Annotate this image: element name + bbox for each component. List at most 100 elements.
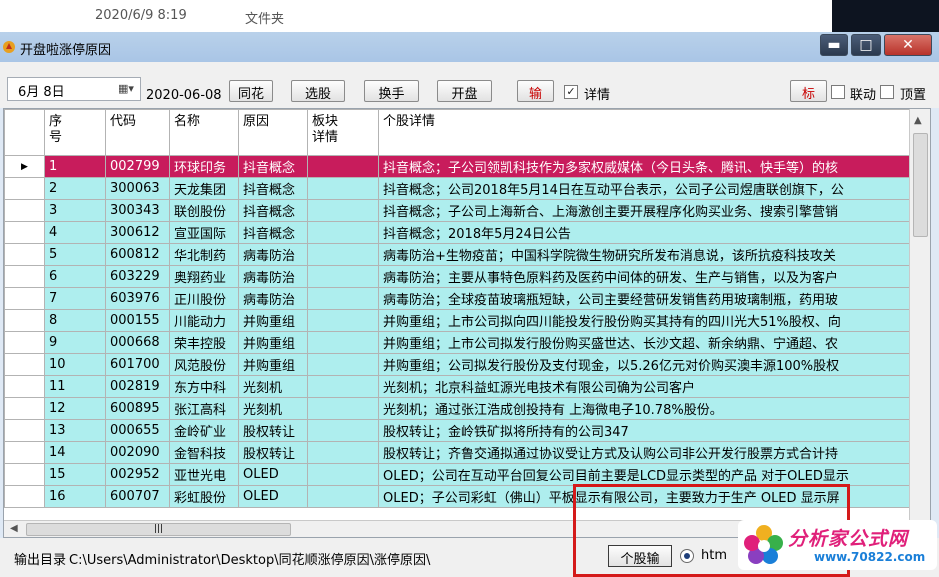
cell-code[interactable]: 300343 (105, 199, 170, 222)
table-row[interactable]: 3 300343 联创股份 抖音概念 抖音概念；子公司上海新合、上海激创主要开展程序化购… (4, 199, 910, 222)
cell-code[interactable]: 300612 (105, 221, 170, 244)
table-row[interactable]: 9 000668 荣丰控股 并购重组 并购重组；上市公司拟发行股份购买盛世达、长沙文超、… (4, 331, 910, 354)
cell-sector-detail[interactable] (307, 375, 379, 398)
cell-sector-detail[interactable] (307, 485, 379, 508)
cell-stock-detail[interactable]: 股权转让；金岭铁矿拟将所持有的公司347 (378, 419, 910, 442)
cell-stock-detail[interactable]: 病毒防治；全球疫苗玻璃瓶短缺，公司主要经营研发销售药用玻璃制瓶，药用玻 (378, 287, 910, 310)
output-button[interactable]: 输 (517, 80, 554, 102)
cell-name[interactable]: 奥翔药业 (169, 265, 239, 288)
cell-stock-detail[interactable]: OLED；公司在互动平台回复公司目前主要是LCD显示类型的产品 对于OLED显示 (378, 463, 910, 486)
cell-reason[interactable]: 抖音概念 (238, 199, 308, 222)
cell-reason[interactable]: 病毒防治 (238, 287, 308, 310)
close-button[interactable]: ✕ (884, 34, 932, 56)
cell-sector-detail[interactable] (307, 441, 379, 464)
cell-index[interactable]: 1 (44, 155, 106, 178)
cell-reason[interactable]: 抖音概念 (238, 221, 308, 244)
cell-sector-detail[interactable] (307, 463, 379, 486)
row-header[interactable] (4, 221, 45, 244)
table-row[interactable]: 14 002090 金智科技 股权转让 股权转让；齐鲁交通拟通过协议受让方式及认购公司非… (4, 441, 910, 464)
cell-stock-detail[interactable]: 股权转让；齐鲁交通拟通过协议受让方式及认购公司非公开发行股票方式合计持 (378, 441, 910, 464)
cell-stock-detail[interactable]: 光刻机；北京科益虹源光电技术有限公司确为公司客户 (378, 375, 910, 398)
cell-code[interactable]: 002799 (105, 155, 170, 178)
tonghua-button[interactable]: 同花 (229, 80, 273, 102)
cell-sector-detail[interactable] (307, 353, 379, 376)
cell-stock-detail[interactable]: 抖音概念；子公司上海新合、上海激创主要开展程序化购买业务、搜索引擎营销 (378, 199, 910, 222)
cell-code[interactable]: 601700 (105, 353, 170, 376)
cell-name[interactable]: 正川股份 (169, 287, 239, 310)
cell-name[interactable]: 风范股份 (169, 353, 239, 376)
column-header-stock-detail[interactable]: 个股详情 (378, 109, 910, 156)
cell-stock-detail[interactable]: 光刻机；通过张江浩成创投持有 上海微电子10.78%股份。 (378, 397, 910, 420)
cell-stock-detail[interactable]: 抖音概念；公司2018年5月14日在互动平台表示，公司子公司煜唐联创旗下，公 (378, 177, 910, 200)
column-header-sector-detail[interactable]: 板块 详情 (307, 109, 379, 156)
cell-index[interactable]: 11 (44, 375, 106, 398)
table-row[interactable]: 5 600812 华北制药 病毒防治 病毒防治+生物疫苗；中国科学院微生物研究所发布消息… (4, 243, 910, 266)
cell-index[interactable]: 10 (44, 353, 106, 376)
cell-name[interactable]: 荣丰控股 (169, 331, 239, 354)
maximize-button[interactable]: □ (851, 34, 881, 56)
cell-stock-detail[interactable]: 并购重组；上市公司拟发行股份购买盛世达、长沙文超、新余纳鼎、宁通超、农 (378, 331, 910, 354)
table-row[interactable]: 6 603229 奥翔药业 病毒防治 病毒防治；主要从事特色原料药及医药中间体的研发、生… (4, 265, 910, 288)
cell-code[interactable]: 002819 (105, 375, 170, 398)
minimize-button[interactable]: ▬ (820, 34, 848, 56)
table-row[interactable]: 11 002819 东方中科 光刻机 光刻机；北京科益虹源光电技术有限公司确为公司客户 (4, 375, 910, 398)
table-row[interactable]: 10 601700 风范股份 并购重组 并购重组；公司拟发行股份及支付现金，以5.26亿… (4, 353, 910, 376)
table-row[interactable]: ▶ 1 002799 环球印务 抖音概念 抖音概念；子公司领凯科技作为多家权威媒体（今日头… (4, 155, 910, 178)
cell-code[interactable]: 000655 (105, 419, 170, 442)
row-header[interactable] (4, 331, 45, 354)
cell-reason[interactable]: OLED (238, 485, 308, 508)
cell-sector-detail[interactable] (307, 177, 379, 200)
table-row[interactable]: 7 603976 正川股份 病毒防治 病毒防治；全球疫苗玻璃瓶短缺，公司主要经营研发销售… (4, 287, 910, 310)
cell-stock-detail[interactable]: 并购重组；上市公司拟向四川能投发行股份购买其持有的四川光大51%股权、向 (378, 309, 910, 332)
cell-index[interactable]: 3 (44, 199, 106, 222)
top-checkbox[interactable] (880, 85, 894, 99)
column-header-index[interactable]: 序号 (44, 109, 106, 156)
cell-reason[interactable]: 抖音概念 (238, 177, 308, 200)
column-header-code[interactable]: 代码 (105, 109, 170, 156)
table-row[interactable]: 4 300612 宣亚国际 抖音概念 抖音概念；2018年5月24日公告 (4, 221, 910, 244)
cell-reason[interactable]: 光刻机 (238, 397, 308, 420)
table-row[interactable]: 13 000655 金岭矿业 股权转让 股权转让；金岭铁矿拟将所持有的公司347 (4, 419, 910, 442)
cell-stock-detail[interactable]: 病毒防治+生物疫苗；中国科学院微生物研究所发布消息说，该所抗疫科技攻关 (378, 243, 910, 266)
cell-index[interactable]: 6 (44, 265, 106, 288)
cell-name[interactable]: 彩虹股份 (169, 485, 239, 508)
row-header[interactable] (4, 375, 45, 398)
cell-sector-detail[interactable] (307, 309, 379, 332)
horizontal-scroll-thumb[interactable]: ||| (26, 523, 291, 536)
cell-reason[interactable]: 股权转让 (238, 441, 308, 464)
cell-reason[interactable]: 光刻机 (238, 375, 308, 398)
row-header[interactable] (4, 441, 45, 464)
cell-index[interactable]: 9 (44, 331, 106, 354)
cell-reason[interactable]: 股权转让 (238, 419, 308, 442)
cell-name[interactable]: 华北制药 (169, 243, 239, 266)
linked-checkbox[interactable] (831, 85, 845, 99)
cell-stock-detail[interactable]: 抖音概念；子公司领凯科技作为多家权威媒体（今日头条、腾讯、快手等）的核 (378, 155, 910, 178)
column-header-reason[interactable]: 原因 (238, 109, 308, 156)
row-header[interactable] (4, 287, 45, 310)
date-picker[interactable]: 6月 8日 ▦▾ (7, 77, 141, 101)
stock-select-button[interactable]: 选股 (291, 80, 345, 102)
cell-index[interactable]: 15 (44, 463, 106, 486)
cell-index[interactable]: 8 (44, 309, 106, 332)
cell-index[interactable]: 14 (44, 441, 106, 464)
vertical-scroll-thumb[interactable] (913, 133, 928, 237)
cell-index[interactable]: 13 (44, 419, 106, 442)
cell-name[interactable]: 亚世光电 (169, 463, 239, 486)
cell-code[interactable]: 603229 (105, 265, 170, 288)
data-grid[interactable]: 序号 代码 名称 原因 板块 详情 个股详情 ▶ 1 002799 环球印务 抖音概念 抖音… (3, 108, 931, 538)
cell-sector-detail[interactable] (307, 331, 379, 354)
detail-checkbox[interactable]: ✓ (564, 85, 578, 99)
cell-name[interactable]: 东方中科 (169, 375, 239, 398)
table-row[interactable]: 12 600895 张江高科 光刻机 光刻机；通过张江浩成创投持有 上海微电子10.78… (4, 397, 910, 420)
cell-code[interactable]: 000668 (105, 331, 170, 354)
cell-reason[interactable]: 病毒防治 (238, 243, 308, 266)
cell-reason[interactable]: 并购重组 (238, 353, 308, 376)
column-header-name[interactable]: 名称 (169, 109, 239, 156)
cell-name[interactable]: 张江高科 (169, 397, 239, 420)
scroll-left-icon[interactable]: ◀ (10, 523, 18, 534)
cell-stock-detail[interactable]: 并购重组；公司拟发行股份及支付现金，以5.26亿元对价购买澳丰源100%股权 (378, 353, 910, 376)
vertical-scrollbar[interactable]: ▲ (909, 109, 930, 520)
calendar-icon[interactable]: ▦▾ (118, 82, 136, 97)
scroll-up-icon[interactable]: ▲ (914, 115, 922, 126)
cell-reason[interactable]: 病毒防治 (238, 265, 308, 288)
